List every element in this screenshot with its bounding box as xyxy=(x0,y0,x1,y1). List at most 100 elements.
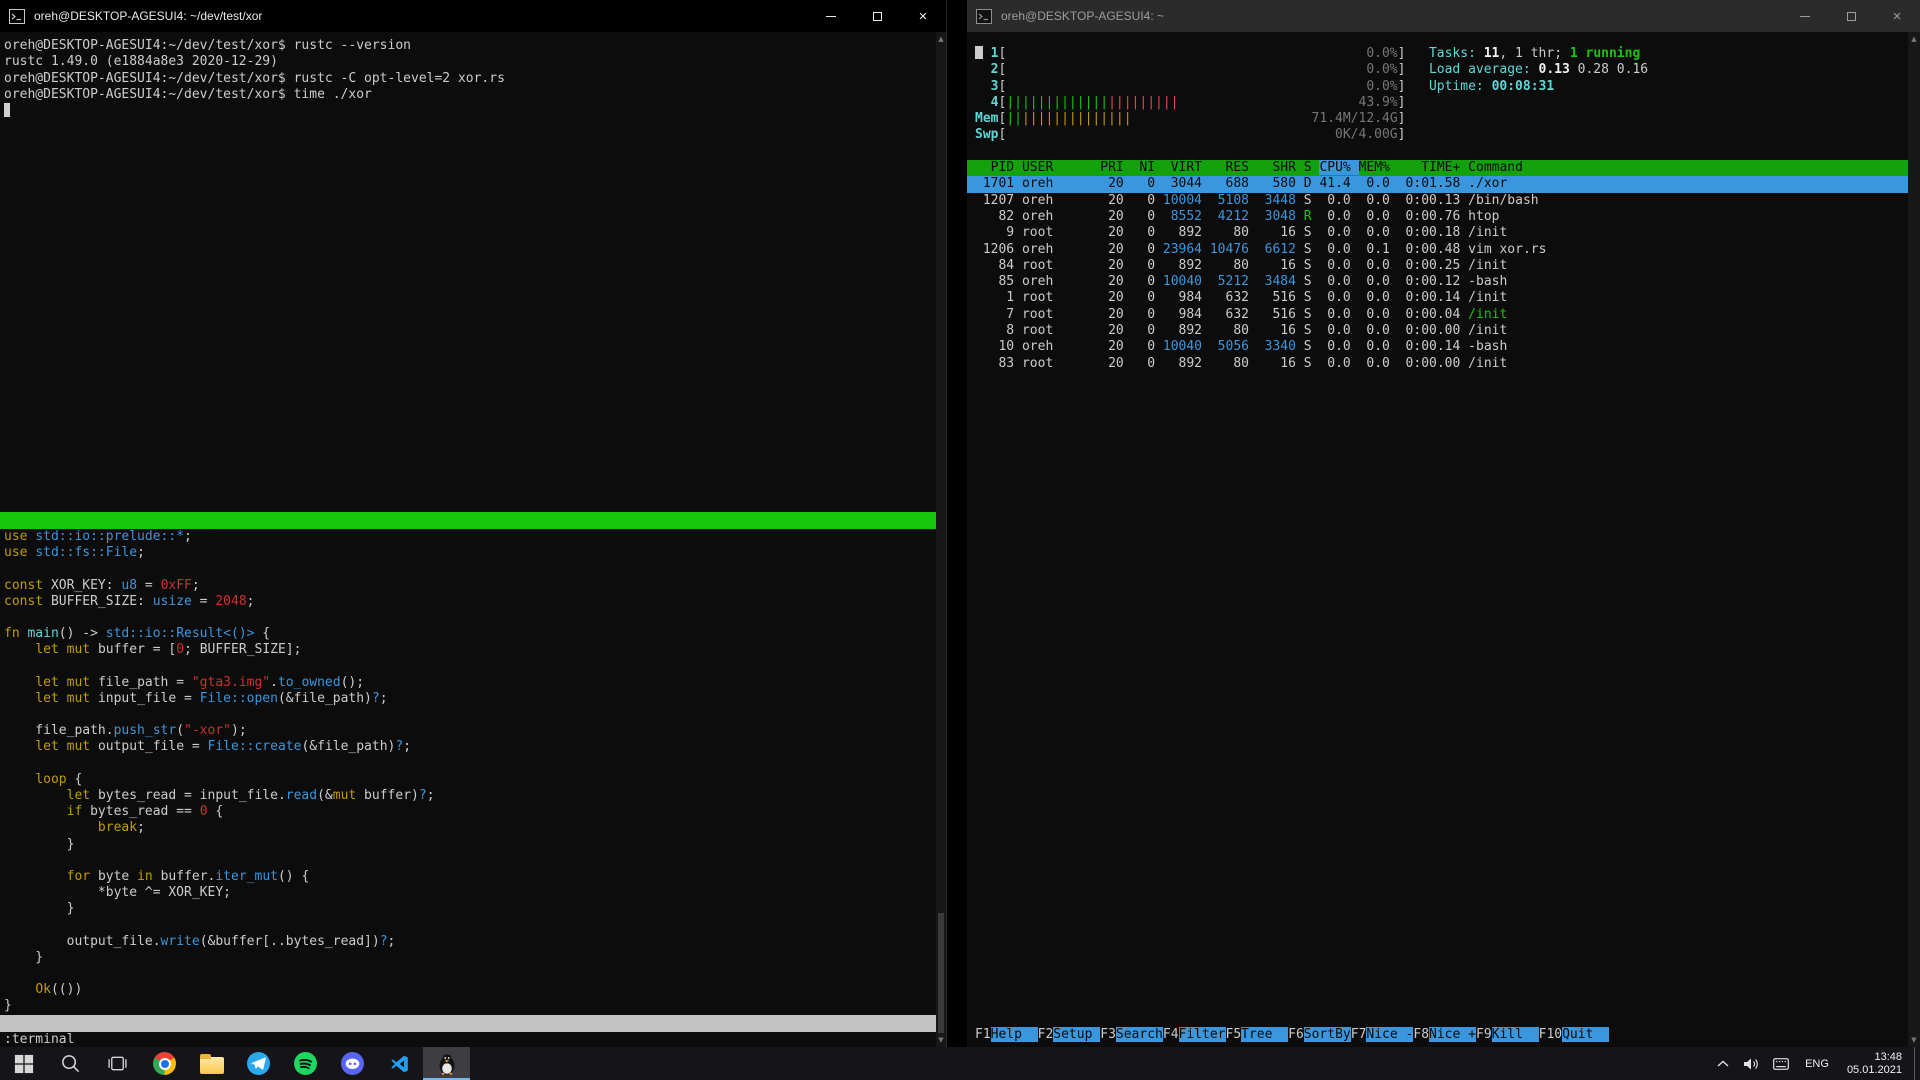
vim-file-statusline: xor.rs 1,1 All xyxy=(0,1015,936,1080)
fkey-f3[interactable]: F3Search xyxy=(1100,1027,1163,1042)
process-row[interactable]: 1207 oreh 20 0 10004 5108 3448 S 0.0 0.0… xyxy=(967,193,1908,209)
clock[interactable]: 13:48 05.01.2021 xyxy=(1838,1051,1911,1077)
taskbar-app-telegram[interactable] xyxy=(235,1047,282,1080)
column-header-cpu%[interactable]: CPU% xyxy=(1319,160,1359,176)
terminal-line: rustc 1.49.0 (e1884a8e3 2020-12-29) xyxy=(4,54,278,70)
minimize-button[interactable] xyxy=(808,0,854,32)
vim-code-buffer[interactable]: use std::io::prelude::*; use std::fs::Fil… xyxy=(0,529,936,1015)
maximize-icon xyxy=(1846,11,1856,21)
fkey-f7[interactable]: F7Nice - xyxy=(1351,1027,1414,1042)
vim-terminal-statusline: !/bin/bash [oreh@DESKTOP-AGESUI4: ~/dev/… xyxy=(0,512,936,579)
fkey-f10[interactable]: F10Quit xyxy=(1539,1027,1610,1042)
search-icon xyxy=(62,1055,80,1073)
code-line: use std::io::prelude::*; xyxy=(4,529,192,544)
terminal-cursor xyxy=(4,103,10,118)
right-scrollbar[interactable]: ▲ ▼ xyxy=(1908,32,1920,1047)
maximize-button[interactable] xyxy=(1828,0,1874,32)
process-row[interactable]: 84 root 20 0 892 80 16 S 0.0 0.0 0:00.25… xyxy=(967,258,1908,274)
close-button[interactable]: × xyxy=(1874,0,1920,32)
fkey-f5[interactable]: F5Tree xyxy=(1226,1027,1289,1042)
task-view-button[interactable] xyxy=(94,1047,141,1080)
taskbar: ENG 13:48 05.01.2021 xyxy=(0,1047,1920,1080)
process-row[interactable]: 83 root 20 0 892 80 16 S 0.0 0.0 0:00.00… xyxy=(967,356,1908,372)
tux-penguin-icon xyxy=(439,1053,454,1075)
process-row[interactable]: 1 root 20 0 984 632 516 S 0.0 0.0 0:00.1… xyxy=(967,290,1908,306)
tray-chevron-up-icon[interactable] xyxy=(1710,1047,1736,1080)
column-header-s[interactable]: S xyxy=(1304,160,1320,175)
scroll-down-icon[interactable]: ▼ xyxy=(938,1035,943,1045)
process-row[interactable]: 1206 oreh 20 0 23964 10476 6612 S 0.0 0.… xyxy=(967,242,1908,258)
vim-command-line[interactable]: :terminal xyxy=(0,1032,74,1047)
fkey-f1[interactable]: F1Help xyxy=(975,1027,1038,1042)
summary-line: Load average: 0.13 0.28 0.16 xyxy=(1428,62,1649,78)
fkey-f6[interactable]: F6SortBy xyxy=(1288,1027,1351,1042)
fkey-f9[interactable]: F9Kill xyxy=(1476,1027,1539,1042)
htop-function-bar[interactable]: F1Help F2Setup F3SearchF4FilterF5Tree F6… xyxy=(967,1027,1908,1042)
windows-logo-icon xyxy=(14,1054,33,1073)
left-scrollbar[interactable]: ▲ ▼ xyxy=(936,32,946,1047)
taskbar-app-vscode[interactable] xyxy=(376,1047,423,1080)
tray-date: 05.01.2021 xyxy=(1846,1063,1902,1076)
taskbar-app-file-explorer[interactable] xyxy=(188,1047,235,1080)
scroll-up-icon[interactable]: ▲ xyxy=(1911,34,1916,44)
minimize-icon xyxy=(1800,15,1810,17)
taskbar-app-spotify[interactable] xyxy=(282,1047,329,1080)
process-row[interactable]: 1701 oreh 20 0 3044 688 580 D 41.4 0.0 0… xyxy=(967,176,1908,193)
fkey-f4[interactable]: F4Filter xyxy=(1163,1027,1226,1042)
process-row[interactable]: 8 root 20 0 892 80 16 S 0.0 0.0 0:00.00 … xyxy=(967,323,1908,339)
process-row[interactable]: 85 oreh 20 0 10040 5212 3484 S 0.0 0.0 0… xyxy=(967,274,1908,290)
process-row[interactable]: 7 root 20 0 984 632 516 S 0.0 0.0 0:00.0… xyxy=(967,307,1908,323)
task-view-icon xyxy=(108,1056,127,1071)
htop-panel[interactable]: 1[0.0%] 2[0.0%] 3[0.0%] 4[||||||||||||||… xyxy=(967,32,1908,1047)
taskbar-app-discord[interactable] xyxy=(329,1047,376,1080)
code-line: const BUFFER_SIZE: usize = 2048; xyxy=(4,593,255,609)
taskbar-app-chrome[interactable] xyxy=(141,1047,188,1080)
close-icon: × xyxy=(1892,7,1902,25)
close-button[interactable]: × xyxy=(900,0,946,32)
column-header-user[interactable]: USER xyxy=(1022,160,1100,175)
process-row[interactable]: 10 oreh 20 0 10040 5056 3340 S 0.0 0.0 0… xyxy=(967,339,1908,355)
touch-keyboard-icon[interactable] xyxy=(1766,1047,1796,1080)
column-header-res[interactable]: RES xyxy=(1210,160,1257,175)
column-header-shr[interactable]: SHR xyxy=(1257,160,1304,175)
language-indicator[interactable]: ENG xyxy=(1796,1058,1838,1070)
column-header-mem%[interactable]: MEM% xyxy=(1359,160,1398,175)
scroll-up-icon[interactable]: ▲ xyxy=(938,34,943,44)
column-header-command[interactable]: Command xyxy=(1468,160,1523,175)
code-line: let mut file_path = "gta3.img".to_owned(… xyxy=(35,674,365,690)
column-header-virt[interactable]: VIRT xyxy=(1163,160,1210,175)
terminal-scrollback[interactable]: oreh@DESKTOP-AGESUI4:~/dev/test/xor$ rus… xyxy=(0,32,936,119)
code-line: break; xyxy=(97,820,145,836)
process-table-header[interactable]: PID USER PRI NI VIRT RES SHR S CPU% MEM%… xyxy=(967,160,1908,177)
fkey-f8[interactable]: F8Nice + xyxy=(1413,1027,1476,1042)
fkey-f2[interactable]: F2Setup xyxy=(1038,1027,1101,1042)
process-row[interactable]: 9 root 20 0 892 80 16 S 0.0 0.0 0:00.18 … xyxy=(967,225,1908,241)
column-header-time+[interactable]: TIME+ xyxy=(1398,160,1468,175)
scroll-thumb[interactable] xyxy=(938,913,944,1033)
process-row[interactable]: 82 oreh 20 0 8552 4212 3048 R 0.0 0.0 0:… xyxy=(967,209,1908,225)
scroll-down-icon[interactable]: ▼ xyxy=(1911,1035,1916,1045)
left-window-titlebar[interactable]: oreh@DESKTOP-AGESUI4: ~/dev/test/xor × xyxy=(0,0,946,32)
search-button[interactable] xyxy=(47,1047,94,1080)
maximize-button[interactable] xyxy=(854,0,900,32)
taskbar-app-linux-terminal[interactable] xyxy=(423,1047,470,1080)
right-window-titlebar[interactable]: oreh@DESKTOP-AGESUI4: ~ × xyxy=(967,0,1920,32)
minimize-button[interactable] xyxy=(1782,0,1828,32)
column-header-ni[interactable]: NI xyxy=(1132,160,1163,175)
column-header-pri[interactable]: PRI xyxy=(1100,160,1131,175)
htop-table[interactable]: PID USER PRI NI VIRT RES SHR S CPU% MEM%… xyxy=(967,160,1908,372)
code-line: output_file.write(&buffer[..bytes_read])… xyxy=(4,933,396,949)
code-line: } xyxy=(4,901,75,917)
volume-icon[interactable] xyxy=(1736,1047,1766,1080)
column-header-pid[interactable]: PID xyxy=(975,160,1022,175)
code-line: loop { xyxy=(35,771,83,787)
code-line: } xyxy=(4,836,75,852)
start-button[interactable] xyxy=(0,1047,47,1080)
summary-line: Uptime: 00:08:31 xyxy=(1428,78,1555,94)
show-desktop-button[interactable] xyxy=(1914,1047,1920,1080)
code-line: *byte ^= XOR_KEY; xyxy=(4,885,231,901)
